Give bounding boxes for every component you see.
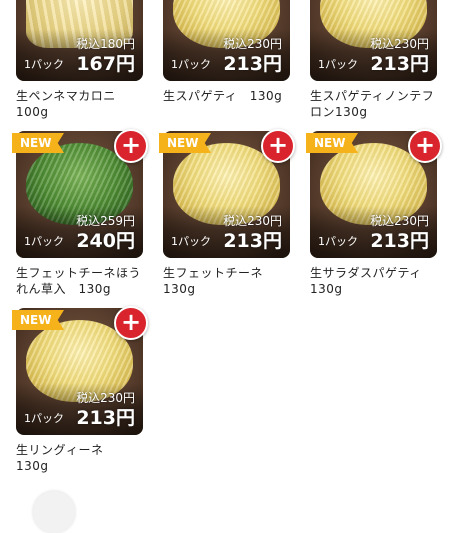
product-photo[interactable]: 税込180円 1パック 167円 — [16, 0, 143, 81]
price: 213円 — [223, 53, 282, 75]
product-name-line: 生フェットチーネほう — [16, 266, 142, 280]
add-to-cart-button[interactable]: + — [114, 129, 148, 163]
price: 213円 — [76, 407, 135, 429]
product-name-line: れん草入 130g — [16, 282, 112, 296]
unit-label: 1パック — [171, 58, 211, 71]
product-card[interactable]: 税込180円 1パック 167円 生ペンネマカロニ 100g — [16, 0, 146, 120]
add-to-cart-button[interactable]: + — [114, 306, 148, 340]
unit-label: 1パック — [171, 235, 211, 248]
product-name-line: 生スパゲティノンテフ — [310, 89, 435, 103]
product-name-line: 130g — [16, 459, 49, 473]
price: 213円 — [370, 230, 429, 252]
product-card[interactable]: 税込230円 1パック 213円 生スパゲティノンテフ ロン130g — [310, 0, 440, 120]
new-badge: NEW — [159, 133, 211, 153]
unit-label: 1パック — [318, 58, 358, 71]
unit-label: 1パック — [24, 412, 64, 425]
product-name[interactable]: 生リングィーネ 130g — [16, 442, 146, 474]
product-name[interactable]: 生サラダスパゲティ 130g — [310, 265, 440, 297]
product-card[interactable]: 税込230円 1パック 213円 NEW + 生サラダスパゲティ 130g — [306, 129, 442, 297]
add-to-cart-button[interactable]: + — [408, 129, 442, 163]
new-badge: NEW — [12, 310, 64, 330]
product-grid: 税込180円 1パック 167円 生ペンネマカロニ 100g 税込230円 1パ… — [0, 0, 450, 533]
scroll-top-button[interactable] — [33, 491, 75, 533]
product-card[interactable]: 税込259円 1パック 240円 NEW + 生フェットチーネほう れん草入 1… — [12, 129, 148, 297]
product-name[interactable]: 生スパゲティノンテフ ロン130g — [310, 88, 440, 120]
add-to-cart-button[interactable]: + — [261, 129, 295, 163]
product-photo[interactable]: 税込230円 1パック 213円 — [310, 0, 437, 81]
product-name-line: 生ペンネマカロニ — [16, 89, 116, 103]
product-name[interactable]: 生フェットチーネほう れん草入 130g — [16, 265, 146, 297]
product-name-line: 130g — [163, 282, 196, 296]
product-card[interactable]: 税込230円 1パック 213円 NEW + 生フェットチーネ 130g — [159, 129, 295, 297]
product-name-line: 100g — [16, 105, 49, 119]
product-name[interactable]: 生スパゲティ 130g — [163, 88, 293, 104]
product-photo[interactable]: 税込230円 1パック 213円 — [163, 0, 290, 81]
new-badge: NEW — [12, 133, 64, 153]
price: 213円 — [223, 230, 282, 252]
product-name-line: 130g — [310, 282, 343, 296]
product-card[interactable]: 税込230円 1パック 213円 生スパゲティ 130g — [163, 0, 293, 104]
product-name-line: 生サラダスパゲティ — [310, 266, 422, 280]
price: 240円 — [76, 230, 135, 252]
product-card[interactable]: 税込230円 1パック 213円 NEW + 生リングィーネ 130g — [12, 306, 148, 474]
product-name-line: 生リングィーネ — [16, 443, 104, 457]
unit-label: 1パック — [24, 58, 64, 71]
product-name[interactable]: 生ペンネマカロニ 100g — [16, 88, 146, 120]
unit-label: 1パック — [24, 235, 64, 248]
new-badge: NEW — [306, 133, 358, 153]
product-name[interactable]: 生フェットチーネ 130g — [163, 265, 293, 297]
product-name-line: ロン130g — [310, 105, 368, 119]
unit-label: 1パック — [318, 235, 358, 248]
price: 213円 — [370, 53, 429, 75]
product-name-line: 生スパゲティ 130g — [163, 89, 283, 103]
product-name-line: 生フェットチーネ — [163, 266, 264, 280]
price: 167円 — [76, 53, 135, 75]
